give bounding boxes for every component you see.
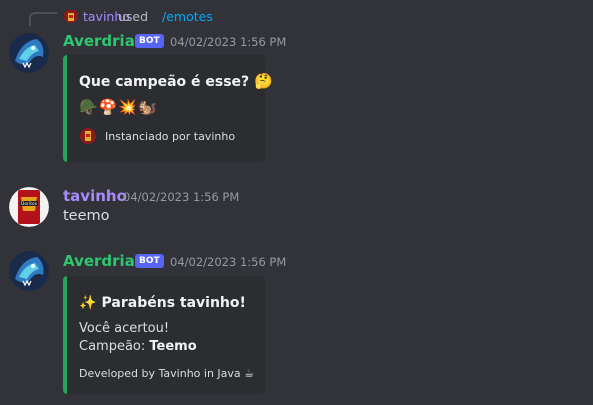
challenge-embed: Que campeão é esse? 🤔 🪖🍄💥🐿️ Instanciado … xyxy=(63,55,273,162)
result-embed: ✨ Parabéns tavinho! Você acertou! Campeã… xyxy=(63,276,265,394)
champion-label: Campeão: xyxy=(79,339,146,354)
embed-footer-text: Developed by Tavinho in Java xyxy=(79,367,241,380)
embed-title-row: Que campeão é esse? 🤔 xyxy=(79,71,273,90)
embed-footer-text: Instanciado por tavinho xyxy=(105,130,236,143)
message-text: teemo xyxy=(63,208,110,224)
message-timestamp[interactable]: 04/02/2023 1:56 PM xyxy=(170,33,286,51)
thinking-face-icon: 🤔 xyxy=(254,72,273,90)
message-timestamp[interactable]: 04/02/2023 1:56 PM xyxy=(170,253,286,271)
mushroom-icon: 🍄 xyxy=(98,98,119,116)
bot-avatar[interactable] xyxy=(9,33,49,73)
embed-line-correct: Você acertou! xyxy=(79,321,170,336)
message-author[interactable]: tavinho xyxy=(63,187,127,205)
message-timestamp[interactable]: 04/02/2023 1:56 PM xyxy=(123,188,239,206)
bot-avatar[interactable] xyxy=(9,251,49,291)
bot-badge: BOT xyxy=(135,34,164,48)
bot-badge: BOT xyxy=(135,254,164,268)
reply-used-text: used xyxy=(118,9,149,24)
message-author[interactable]: Averdrian xyxy=(63,32,146,50)
embed-title: Parabéns tavinho! xyxy=(101,295,246,311)
reply-connector-line xyxy=(29,12,57,26)
svg-text:Doritos: Doritos xyxy=(21,201,38,207)
reply-command-link[interactable]: /emotes xyxy=(162,9,213,24)
emoji-clue-row: 🪖🍄💥🐿️ xyxy=(79,98,158,116)
embed-line-champion: Campeão: Teemo xyxy=(79,338,197,356)
chipmunk-icon: 🐿️ xyxy=(138,98,158,116)
embed-title: Que campeão é esse? xyxy=(79,74,250,90)
champion-value: Teemo xyxy=(149,339,197,354)
user-avatar[interactable]: Doritos xyxy=(9,187,49,227)
embed-footer: Developed by Tavinho in Java ☕ xyxy=(79,367,254,380)
message-author[interactable]: Averdrian xyxy=(63,252,146,270)
coffee-icon: ☕ xyxy=(244,367,255,380)
footer-avatar xyxy=(80,128,96,144)
collision-icon: 💥 xyxy=(118,98,139,116)
sparkles-icon: ✨ xyxy=(79,295,97,311)
helmet-icon: 🪖 xyxy=(79,98,99,116)
reply-avatar[interactable] xyxy=(64,9,78,23)
embed-title-row: ✨ Parabéns tavinho! xyxy=(79,292,246,311)
